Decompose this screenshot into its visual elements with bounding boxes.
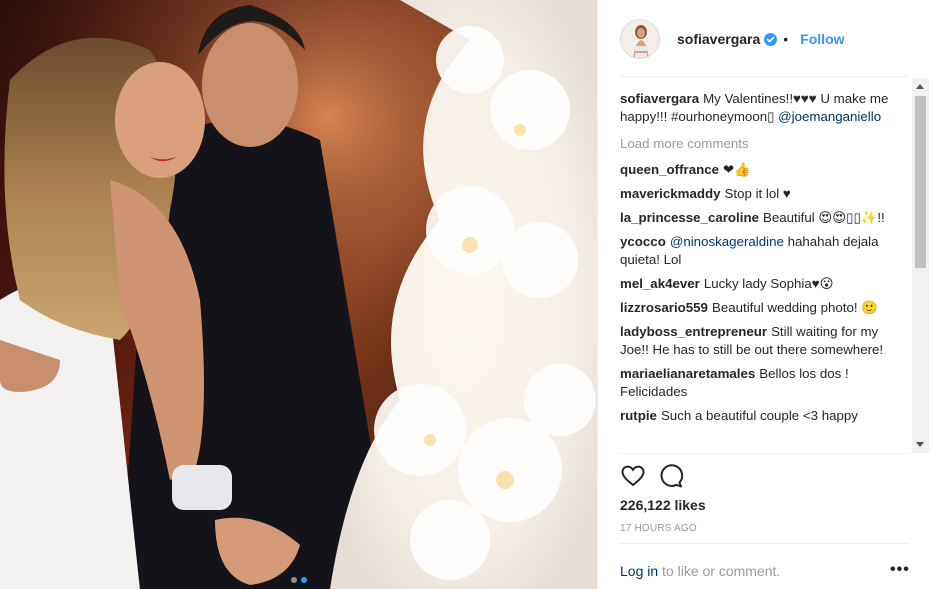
comment-mention[interactable]: @ninoskageraldine xyxy=(670,234,784,249)
comment-item: ladyboss_entrepreneur Still waiting for m… xyxy=(620,323,910,359)
comment-item: mariaelianaretamales Bellos los dos ! Fel… xyxy=(620,365,910,401)
carousel-dot xyxy=(290,577,297,583)
carousel-dot-active xyxy=(300,577,307,583)
comment-item: mel_ak4ever Lucky lady Sophia♥😮 xyxy=(620,275,910,293)
comment-username[interactable]: rutpie xyxy=(620,408,657,423)
heart-icon[interactable] xyxy=(620,463,646,489)
post-caption: sofiavergara My Valentines!!♥♥♥ U make me… xyxy=(620,90,910,126)
instagram-post: sofiavergara • Follow sofiavergara My Val… xyxy=(0,0,932,589)
actions-divider xyxy=(620,453,909,454)
more-options-button[interactable]: ••• xyxy=(890,561,910,579)
wedding-photo-illustration xyxy=(0,0,597,589)
follow-button[interactable]: Follow xyxy=(800,31,844,47)
comment-username[interactable]: mel_ak4ever xyxy=(620,276,700,291)
post-username[interactable]: sofiavergara xyxy=(677,31,760,47)
comment-item: lizzrosario559 Beautiful wedding photo! 🙂 xyxy=(620,299,910,317)
comment-username[interactable]: maverickmaddy xyxy=(620,186,721,201)
comment-username[interactable]: queen_offrance xyxy=(620,162,719,177)
comment-username[interactable]: mariaelianaretamales xyxy=(620,366,755,381)
caption-mention[interactable]: @joemanganiello xyxy=(778,109,881,124)
comment-username[interactable]: lizzrosario559 xyxy=(620,300,708,315)
post-timestamp[interactable]: 17 HOURS AGO xyxy=(620,523,697,534)
scrollbar-thumb[interactable] xyxy=(915,96,926,268)
comment-item: la_princesse_caroline Beautiful 😍😍▯▯✨!! xyxy=(620,209,910,227)
comment-username[interactable]: la_princesse_caroline xyxy=(620,210,759,225)
avatar[interactable] xyxy=(620,18,660,59)
post-header: sofiavergara • Follow xyxy=(598,0,932,77)
comment-item: ycocco @ninoskageraldine hahahah dejala q… xyxy=(620,233,910,269)
comment-username[interactable]: ycocco xyxy=(620,234,666,249)
scroll-down-arrow-icon[interactable] xyxy=(916,442,924,447)
login-suffix: to like or comment. xyxy=(658,563,781,579)
post-side-panel: sofiavergara • Follow sofiavergara My Val… xyxy=(597,0,932,589)
comment-item: queen_offrance ❤👍 xyxy=(620,161,910,179)
post-photo[interactable] xyxy=(0,0,597,589)
comment-username[interactable]: ladyboss_entrepreneur xyxy=(620,324,767,339)
comment-text: Stop it lol ♥ xyxy=(724,186,791,201)
post-actions: 226,122 likes 17 HOURS AGO Log in to lik… xyxy=(598,453,932,589)
likes-count[interactable]: 226,122 likes xyxy=(620,497,706,513)
comment-item: rutpie Such a beautiful couple <3 happy xyxy=(620,407,910,425)
header-separator: • xyxy=(783,30,789,47)
comments-scrollbar[interactable] xyxy=(912,78,929,453)
comment-text: Lucky lady Sophia♥😮 xyxy=(703,276,834,291)
load-more-comments-button[interactable]: Load more comments xyxy=(620,135,910,153)
comments-list[interactable]: sofiavergara My Valentines!!♥♥♥ U make me… xyxy=(620,78,910,453)
comment-text: Beautiful 😍😍▯▯✨!! xyxy=(762,210,885,225)
login-prompt: Log in to like or comment. xyxy=(620,563,780,579)
login-divider xyxy=(620,543,909,544)
comment-text: ❤👍 xyxy=(723,162,751,177)
carousel-indicator xyxy=(290,577,307,583)
comment-text: Beautiful wedding photo! 🙂 xyxy=(711,300,878,315)
header-divider xyxy=(620,76,909,77)
comment-text: Such a beautiful couple <3 happy xyxy=(660,408,858,423)
comment-bubble-icon[interactable] xyxy=(658,463,684,489)
scroll-up-arrow-icon[interactable] xyxy=(916,84,924,89)
login-link[interactable]: Log in xyxy=(620,563,658,579)
comment-item: maverickmaddy Stop it lol ♥ xyxy=(620,185,910,203)
caption-username[interactable]: sofiavergara xyxy=(620,91,699,106)
verified-badge-icon xyxy=(764,33,778,46)
avatar-image xyxy=(621,19,659,58)
